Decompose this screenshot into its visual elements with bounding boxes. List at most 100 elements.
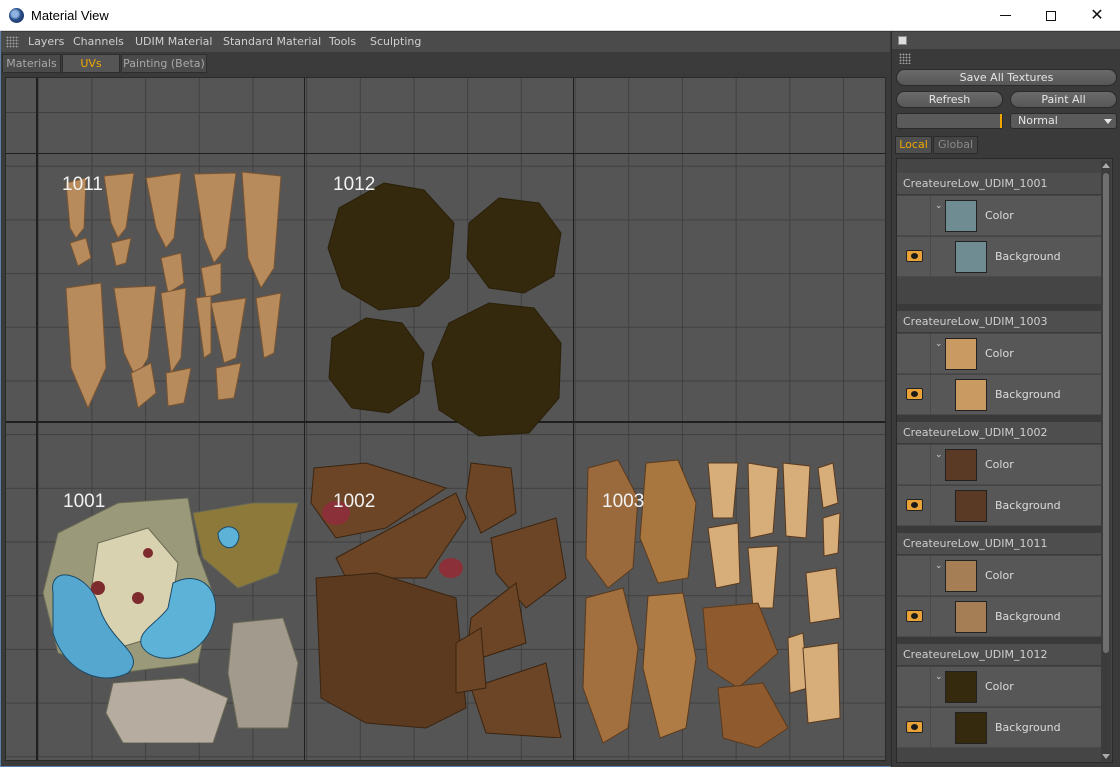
eye-icon[interactable] [906,499,923,511]
row-left-cell [897,556,931,596]
layer-label: Background [995,610,1061,623]
channel-row[interactable]: ⌄ Color [897,196,1102,236]
layer-label: Background [995,499,1061,512]
chevron-down-icon[interactable]: ⌄ [935,339,943,349]
uv-shells-1012 [327,182,562,437]
menu-tools[interactable]: Tools [329,35,356,48]
layer-thumbnail [955,601,987,633]
title-bar: Material View ✕ [0,0,1120,31]
layers-panel: Save All Textures Refresh Paint All Norm… [891,31,1120,767]
chevron-down-icon[interactable]: ⌄ [935,672,943,682]
channel-label: Color [985,347,1014,360]
channel-thumbnail [945,449,977,481]
material-item: CreateureLow_UDIM_1001 ⌄ Color Backgroun… [897,173,1102,280]
material-name[interactable]: CreateureLow_UDIM_1001 [897,173,1102,195]
menu-udim-material[interactable]: UDIM Material [135,35,212,48]
row-left-cell [897,445,931,485]
row-left-cell [897,597,931,637]
material-item: CreateureLow_UDIM_1002 ⌄ Color Backgroun… [897,422,1102,529]
eye-icon[interactable] [906,610,923,622]
layer-row[interactable]: Background [897,486,1102,526]
menu-channels[interactable]: Channels [73,35,124,48]
uv-viewport[interactable]: 1011 1012 1001 1002 1003 [5,77,886,761]
menu-bar: Layers Channels UDIM Material Standard M… [1,32,890,52]
material-name[interactable]: CreateureLow_UDIM_1012 [897,644,1102,666]
maximize-icon [1046,10,1056,21]
grip-icon[interactable] [899,53,911,64]
material-item: CreateureLow_UDIM_1003 ⌄ Color Backgroun… [897,311,1102,418]
paint-all-button[interactable]: Paint All [1010,91,1117,108]
row-left-cell [897,375,931,415]
channel-row[interactable]: ⌄ Color [897,556,1102,596]
material-name[interactable]: CreateureLow_UDIM_1002 [897,422,1102,444]
uv-shells-1011 [65,171,282,410]
scrollbar-thumb[interactable] [1103,173,1109,653]
chevron-down-icon[interactable]: ⌄ [935,561,943,571]
tab-painting-beta[interactable]: Painting (Beta) [121,54,207,73]
udim-border [6,153,885,154]
channel-label: Color [985,458,1014,471]
chevron-down-icon[interactable] [1102,754,1110,759]
udim-label-1001: 1001 [63,491,106,512]
row-left-cell [897,486,931,526]
channel-thumbnail [945,560,977,592]
view-tabs: Materials UVs Painting (Beta) [1,53,890,73]
channel-label: Color [985,569,1014,582]
row-left-cell [897,237,931,277]
material-list-scrollbar[interactable] [1101,161,1111,761]
material-name[interactable]: CreateureLow_UDIM_1003 [897,311,1102,333]
divider [897,304,1102,311]
menu-layers[interactable]: Layers [28,35,64,48]
eye-icon[interactable] [906,721,923,733]
layer-thumbnail [955,241,987,273]
layer-thumbnail [955,712,987,744]
chevron-down-icon[interactable]: ⌄ [935,450,943,460]
divider [897,637,1102,644]
udim-label-1012: 1012 [333,174,376,195]
channel-thumbnail [945,200,977,232]
eye-icon[interactable] [906,388,923,400]
channel-row[interactable]: ⌄ Color [897,334,1102,374]
panel-toggle-checkbox[interactable] [898,36,907,45]
tab-materials[interactable]: Materials [2,54,61,73]
tab-global[interactable]: Global [933,136,978,154]
udim-label-1003: 1003 [602,491,645,512]
maximize-button[interactable] [1028,0,1074,31]
material-name[interactable]: CreateureLow_UDIM_1011 [897,533,1102,555]
layer-row[interactable]: Background [897,708,1102,748]
minimize-icon [999,15,1011,16]
chevron-up-icon[interactable] [1102,163,1110,168]
blend-mode-value: Normal [1018,114,1058,127]
layer-row[interactable]: Background [897,597,1102,637]
layer-row[interactable]: Background [897,375,1102,415]
menu-standard-material[interactable]: Standard Material [223,35,321,48]
layer-thumbnail [955,379,987,411]
tab-local[interactable]: Local [895,136,932,154]
save-all-textures-button[interactable]: Save All Textures [896,69,1117,86]
chevron-down-icon [1104,119,1112,124]
blend-mode-select[interactable]: Normal [1010,113,1117,129]
menu-sculpting[interactable]: Sculpting [370,35,421,48]
channel-label: Color [985,680,1014,693]
layer-label: Background [995,250,1061,263]
minimize-button[interactable] [982,0,1028,31]
refresh-button[interactable]: Refresh [896,91,1003,108]
cinema4d-app-icon [9,8,24,23]
row-left-cell [897,667,931,707]
channel-row[interactable]: ⌄ Color [897,445,1102,485]
panel-header [892,32,1120,49]
close-button[interactable]: ✕ [1074,0,1120,31]
layer-row[interactable]: Background [897,237,1102,277]
window-title: Material View [31,8,109,23]
layer-label: Background [995,721,1061,734]
opacity-slider[interactable] [896,113,1003,129]
material-view-window: Layers Channels UDIM Material Standard M… [0,31,1120,767]
material-item: CreateureLow_UDIM_1012 ⌄ Color Backgroun… [897,644,1102,751]
chevron-down-icon[interactable]: ⌄ [935,201,943,211]
tab-uvs[interactable]: UVs [62,54,120,73]
grip-icon[interactable] [6,36,19,48]
row-left-cell [897,334,931,374]
eye-icon[interactable] [906,250,923,262]
channel-row[interactable]: ⌄ Color [897,667,1102,707]
close-icon: ✕ [1090,5,1104,24]
